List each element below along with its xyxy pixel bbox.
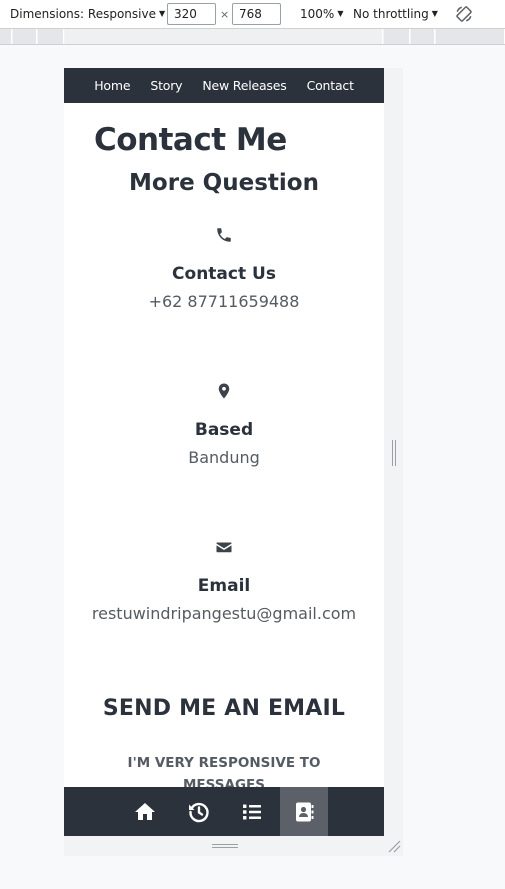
phone-icon: [217, 228, 231, 242]
tab-history[interactable]: [175, 787, 223, 836]
section-title: More Question: [129, 170, 319, 196]
viewport-bottom-resizer[interactable]: [64, 836, 384, 856]
ruler-segment[interactable]: [0, 29, 12, 44]
throttling-dropdown[interactable]: No throttling ▼: [353, 7, 438, 21]
ruler-segment[interactable]: [436, 29, 505, 44]
map-marker-icon: [218, 383, 230, 399]
bottom-tab-bar: [64, 787, 384, 836]
times-symbol: ×: [220, 8, 230, 21]
email-label: Email: [197, 576, 251, 596]
width-input[interactable]: 320: [167, 3, 216, 25]
viewport-side-resizer[interactable]: [384, 68, 403, 856]
list-icon: [243, 804, 261, 819]
based-label: Based: [194, 420, 254, 440]
based-info-block: Based Bandung: [64, 382, 384, 467]
chevron-down-icon: ▼: [337, 9, 344, 18]
chevron-down-icon: ▼: [158, 9, 166, 18]
city-value: Bandung: [188, 448, 260, 467]
throttling-label: No throttling: [353, 7, 429, 21]
phone-number: +62 87711659488: [148, 292, 300, 311]
ruler-segment[interactable]: [384, 29, 410, 44]
chevron-down-icon: ▼: [431, 9, 438, 18]
height-input[interactable]: 768: [232, 3, 281, 25]
resize-grip-icon: [392, 440, 396, 466]
page-title: Contact Me: [94, 122, 287, 158]
ruler-segment[interactable]: [38, 29, 64, 44]
ruler-segment[interactable]: [411, 29, 435, 44]
dimensions-dropdown[interactable]: Dimensions: Responsive ▼: [10, 7, 165, 21]
devtools-device-toolbar: Dimensions: Responsive ▼ 320 × 768 100% ▼ …: [0, 0, 505, 29]
history-icon: [189, 802, 209, 822]
corner-resize-icon[interactable]: [387, 839, 401, 853]
site-navbar: Home Story New Releases Contact: [64, 68, 384, 103]
nav-link-story[interactable]: Story: [140, 78, 192, 93]
home-icon: [135, 802, 155, 820]
send-email-heading: SEND ME AN EMAIL: [102, 696, 346, 721]
emulated-viewport: Home Story New Releases Contact Contact …: [64, 68, 384, 836]
email-info-block: Email restuwindripangestu@gmail.com: [64, 538, 384, 623]
nav-link-new-releases[interactable]: New Releases: [192, 78, 296, 93]
envelope-icon: [216, 542, 232, 553]
zoom-label: 100%: [300, 7, 335, 21]
nav-link-home[interactable]: Home: [84, 78, 140, 93]
ruler-segment[interactable]: [13, 29, 37, 44]
tab-home[interactable]: [121, 787, 169, 836]
ruler-segment[interactable]: [65, 29, 383, 44]
resize-grip-icon: [212, 844, 238, 848]
nav-link-contact[interactable]: Contact: [297, 78, 364, 93]
email-address: restuwindripangestu@gmail.com: [91, 604, 357, 623]
contact-label: Contact Us: [172, 264, 276, 284]
rotate-icon[interactable]: [455, 5, 473, 23]
tab-list[interactable]: [228, 787, 276, 836]
zoom-dropdown[interactable]: 100% ▼: [300, 7, 343, 21]
contact-info-block: Contact Us +62 87711659488: [64, 226, 384, 311]
dimensions-label: Dimensions: Responsive: [10, 7, 156, 21]
media-query-ruler[interactable]: [0, 29, 505, 45]
contact-book-icon: [296, 802, 314, 821]
tab-contact[interactable]: [280, 787, 328, 836]
